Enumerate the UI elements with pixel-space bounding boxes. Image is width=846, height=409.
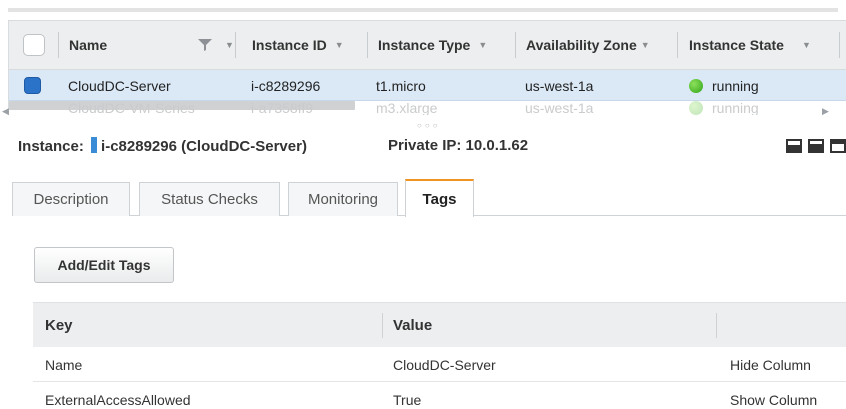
- column-separator: [382, 313, 383, 338]
- top-strip: [0, 0, 846, 12]
- panel-top-icon[interactable]: [830, 139, 846, 153]
- column-header-label: Instance State: [689, 37, 784, 53]
- panel-split-icon[interactable]: [808, 139, 824, 153]
- availability-zone: us-west-1a: [525, 101, 594, 115]
- column-separator: [677, 32, 678, 58]
- add-edit-tags-button[interactable]: Add/Edit Tags: [34, 247, 174, 283]
- column-header-key: Key: [45, 317, 73, 334]
- show-column-link[interactable]: Show Column: [730, 382, 817, 409]
- column-separator: [235, 32, 236, 58]
- instance-name: CloudDC-VM-Series: [68, 101, 195, 115]
- panel-layout-buttons: [786, 139, 846, 153]
- tag-value: CloudDC-Server: [393, 356, 496, 373]
- scroll-right-icon[interactable]: ▶: [822, 106, 829, 117]
- tag-key: Name: [45, 356, 83, 373]
- column-header-label: Instance ID: [252, 37, 327, 53]
- instance-type: m3.xlarge: [376, 101, 438, 115]
- instance-state: running: [712, 77, 759, 94]
- chevron-down-icon[interactable]: ▼: [225, 40, 234, 50]
- scroll-left-icon[interactable]: ◀: [2, 106, 9, 117]
- instance-details-header: Instance: i-c8289296 (CloudDC-Server) Pr…: [18, 137, 846, 159]
- column-separator: [716, 313, 717, 338]
- chevron-down-icon: ▼: [478, 40, 488, 50]
- tags-table-header: Key Value: [33, 302, 846, 347]
- instances-table-header: Name ▼ Instance ID ▼ Instance Type ▼ Ava…: [8, 20, 846, 70]
- column-separator: [58, 32, 59, 58]
- instance-label: Instance:: [18, 138, 84, 155]
- column-header-name[interactable]: Name: [69, 21, 107, 69]
- chevron-down-icon: ▼: [640, 40, 650, 50]
- instance-type: t1.micro: [376, 77, 426, 94]
- column-header-instance-id[interactable]: Instance ID ▼: [252, 21, 344, 69]
- table-row: Name CloudDC-Server Hide Column: [33, 347, 846, 382]
- column-header-availability-zone[interactable]: Availability Zone ▼: [526, 21, 650, 69]
- tags-table: Key Value Name CloudDC-Server Hide Colum…: [33, 302, 846, 409]
- tag-key: ExternalAccessAllowed: [45, 391, 191, 408]
- column-header-label: Availability Zone: [526, 37, 637, 53]
- tab-status-checks[interactable]: Status Checks: [139, 182, 280, 216]
- private-ip-value: 10.0.1.62: [465, 137, 529, 154]
- column-header-instance-state[interactable]: Instance State ▼: [689, 21, 811, 69]
- private-ip-label: Private IP:: [388, 137, 462, 154]
- column-separator: [367, 32, 368, 58]
- column-header-instance-type[interactable]: Instance Type ▼: [378, 21, 487, 69]
- instance-color-marker: [91, 137, 98, 153]
- instance-id: i-c8289296: [251, 77, 321, 94]
- instance-name: CloudDC-Server: [68, 77, 171, 94]
- tab-monitoring[interactable]: Monitoring: [288, 182, 398, 216]
- availability-zone: us-west-1a: [525, 77, 594, 94]
- table-row: ExternalAccessAllowed True Show Column: [33, 382, 846, 409]
- resize-grip-icon[interactable]: ○○○: [417, 121, 441, 130]
- panel-bottom-icon[interactable]: [786, 139, 802, 153]
- funnel-icon[interactable]: [195, 35, 215, 55]
- instances-table: Name ▼ Instance ID ▼ Instance Type ▼ Ava…: [8, 20, 846, 115]
- tab-tags[interactable]: Tags: [405, 179, 474, 217]
- checkbox-icon[interactable]: [24, 77, 41, 94]
- table-row[interactable]: CloudDC-Server i-c8289296 t1.micro us-we…: [8, 70, 846, 101]
- instance-id: i-a7358ff9: [251, 101, 314, 115]
- select-all-checkbox[interactable]: [23, 34, 45, 56]
- column-header-label: Instance Type: [378, 37, 471, 53]
- instance-value: i-c8289296 (CloudDC-Server): [101, 138, 307, 155]
- tag-value: True: [393, 391, 422, 408]
- chevron-down-icon: ▼: [801, 40, 811, 50]
- top-scroll-track: [8, 8, 838, 12]
- column-header-value: Value: [393, 317, 433, 334]
- column-separator: [839, 32, 840, 58]
- tab-description[interactable]: Description: [12, 182, 130, 216]
- instance-state: running: [712, 101, 759, 115]
- status-dot-icon: [689, 101, 703, 115]
- table-row[interactable]: CloudDC-VM-Series i-a7358ff9 m3.xlarge u…: [8, 101, 846, 115]
- column-separator: [515, 32, 516, 58]
- column-header-label: Name: [69, 37, 108, 53]
- chevron-down-icon: ▼: [334, 40, 344, 50]
- status-dot-icon: [689, 78, 703, 93]
- details-tabs: Description Status Checks Monitoring Tag…: [12, 179, 846, 217]
- hide-column-link[interactable]: Hide Column: [730, 347, 811, 382]
